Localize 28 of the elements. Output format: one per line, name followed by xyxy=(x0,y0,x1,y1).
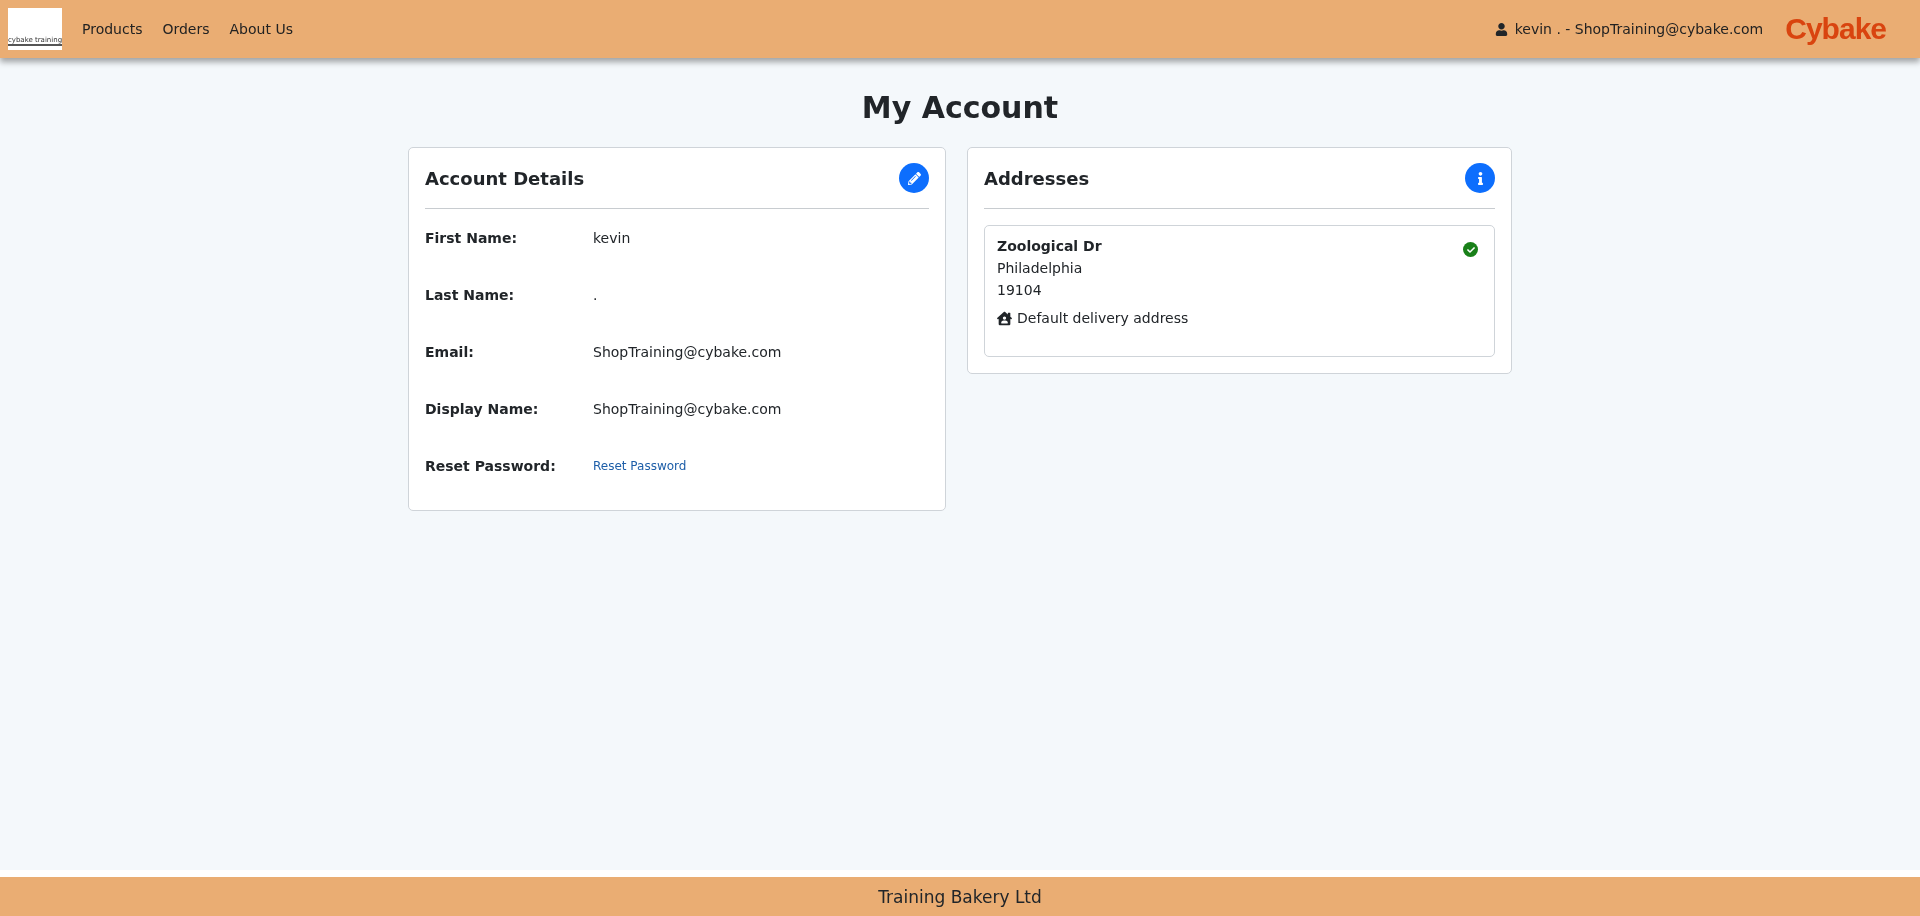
nav-link[interactable]: Orders xyxy=(162,21,210,37)
nav-link[interactable]: About Us xyxy=(229,21,293,37)
field-label: Last Name: xyxy=(425,286,516,303)
address-postcode: 19104 xyxy=(997,282,1043,298)
footer-text: Training Bakery Ltd xyxy=(878,886,1042,907)
user-label: kevin . - ShopTraining@cybake.com xyxy=(1514,21,1764,37)
card-title: Account Details xyxy=(425,167,585,189)
field-value: ShopTraining@cybake.com xyxy=(593,400,782,417)
address-city: Philadelphia xyxy=(997,260,1084,276)
nav-link[interactable]: Products xyxy=(82,21,143,37)
address-street: Zoological Dr xyxy=(997,238,1103,254)
brand-logo: Cybake xyxy=(1785,12,1886,46)
reset-password-link[interactable]: Reset Password xyxy=(593,458,687,473)
edit-button[interactable] xyxy=(899,163,929,193)
card-title: Addresses xyxy=(984,167,1090,189)
field-value: . xyxy=(593,286,598,303)
field-label: Email: xyxy=(425,343,475,360)
user-icon xyxy=(1494,22,1508,36)
field-label: Display Name: xyxy=(425,400,540,417)
pencil-icon xyxy=(907,171,921,185)
field-label: First Name: xyxy=(425,229,518,246)
field-label: Reset Password: xyxy=(425,457,557,474)
house-icon xyxy=(997,310,1012,326)
page-title: My Account xyxy=(861,90,1059,125)
info-button[interactable] xyxy=(1465,163,1495,193)
address-note: Default delivery address xyxy=(1017,310,1189,326)
field-value: ShopTraining@cybake.com xyxy=(593,343,782,360)
field-value: kevin xyxy=(593,229,631,246)
